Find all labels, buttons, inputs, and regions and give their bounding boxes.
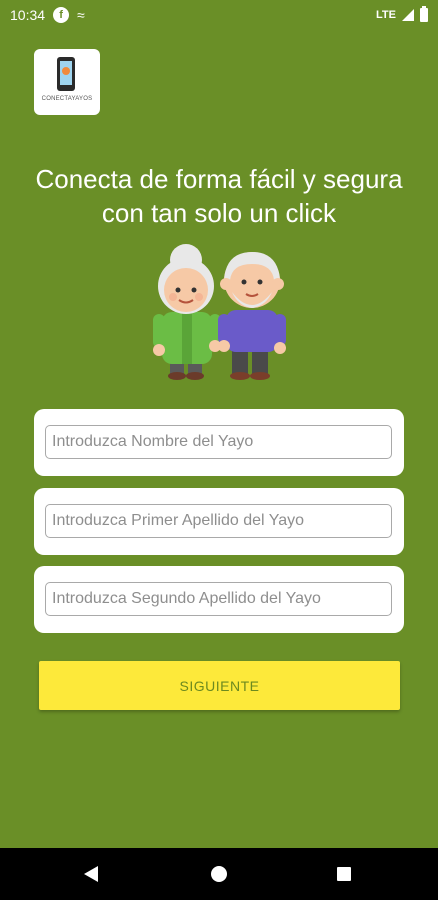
second-surname-card: [34, 566, 404, 633]
battery-icon: [420, 6, 428, 22]
app-logo: CONECTAYAYOS: [34, 49, 100, 115]
signal-icon: [402, 9, 414, 21]
navigation-bar: [0, 848, 438, 900]
status-left: 10:34 f ≈: [10, 7, 85, 23]
first-surname-input[interactable]: [45, 504, 392, 538]
phone-icon: [57, 57, 75, 91]
status-right: LTE: [376, 6, 428, 22]
wave-notification-icon: ≈: [77, 7, 85, 23]
network-type: LTE: [376, 9, 396, 21]
first-name-input[interactable]: [45, 425, 392, 459]
grandparents-icon: [153, 244, 286, 380]
f-app-icon: f: [53, 7, 70, 23]
first-surname-card: [34, 488, 404, 555]
status-bar: 10:34 f ≈ LTE: [0, 0, 438, 30]
next-button[interactable]: SIGUIENTE: [39, 661, 400, 710]
home-icon[interactable]: [211, 866, 227, 882]
first-name-card: [34, 409, 404, 476]
headline: Conecta de forma fácil y segura con tan …: [35, 164, 403, 228]
back-icon[interactable]: [84, 866, 98, 882]
recent-apps-icon[interactable]: [337, 867, 351, 881]
second-surname-input[interactable]: [45, 582, 392, 616]
logo-text: CONECTAYAYOS: [41, 96, 93, 102]
status-time: 10:34: [10, 7, 46, 23]
